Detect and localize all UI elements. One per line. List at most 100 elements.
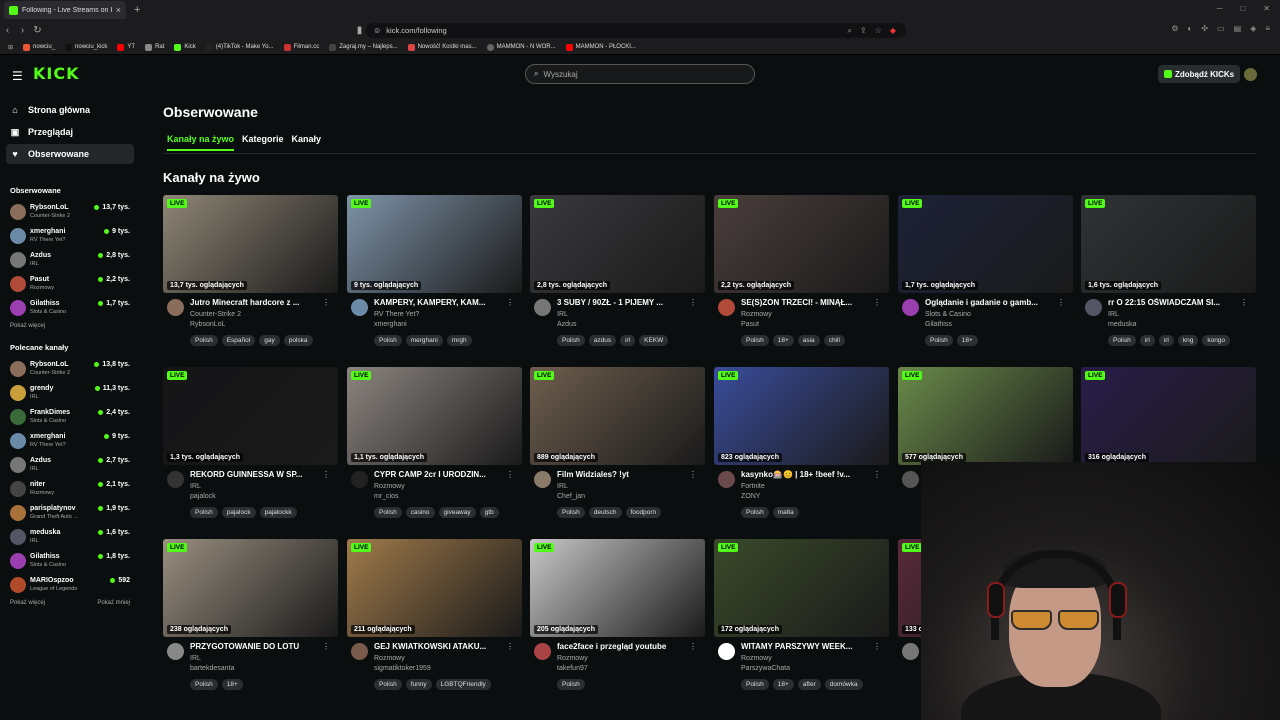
sidebar-channel-item[interactable]: Azdus IRL 2,8 tys. [10, 248, 140, 272]
stream-tag[interactable]: giveaway [438, 507, 476, 518]
stream-card[interactable]: LIVE 13,7 tys. oglądających Jutro Minecraf… [163, 195, 338, 359]
channel-name[interactable]: RybsonLoL [190, 321, 225, 328]
stream-tag[interactable]: 18+ [772, 679, 794, 690]
brave-shield-icon[interactable]: ◆ [890, 26, 896, 36]
user-avatar[interactable] [1244, 68, 1257, 81]
channel-avatar[interactable] [902, 471, 919, 488]
stream-thumbnail[interactable]: LIVE 1,7 tys. oglądających [898, 195, 1073, 293]
stream-tag[interactable]: funny [405, 679, 432, 690]
channel-name[interactable]: bartekdesanta [190, 665, 234, 672]
tab-categories[interactable]: Kategorie [242, 134, 284, 151]
stream-card[interactable]: LIVE 1,3 tys. oglądających REKORD GUINNESS… [163, 367, 338, 531]
stream-title[interactable]: WITAMY PARSZYWY WEEK... [741, 642, 877, 651]
address-bar[interactable]: ⊜ kick.com/following ⌕ ⇪ ☆ ◆ [366, 23, 906, 38]
menu-icon[interactable]: ≡ [1265, 24, 1270, 33]
stream-tag[interactable]: Polish [1108, 335, 1136, 346]
minimize-icon[interactable]: ─ [1217, 4, 1223, 13]
more-options-icon[interactable]: ⋮ [322, 642, 330, 651]
channel-name[interactable]: pajalock [190, 493, 216, 500]
stream-category[interactable]: Rozmowy [741, 311, 772, 318]
stream-tag[interactable]: casino [405, 507, 435, 518]
bookmark-item[interactable]: YT [117, 43, 135, 51]
sidebar-channel-item[interactable]: Gilathiss Slots & Casino 1,7 tys. [10, 296, 140, 320]
more-options-icon[interactable]: ⋮ [873, 298, 881, 307]
share-icon[interactable]: ⇪ [860, 26, 867, 36]
stream-card[interactable]: LIVE 823 oglądających kasynko🎰😊 | 18+ !bee… [714, 367, 889, 531]
stream-thumbnail[interactable]: LIVE 9 tys. oglądających [347, 195, 522, 293]
stream-thumbnail[interactable]: LIVE 1,3 tys. oglądających [163, 367, 338, 465]
stream-title[interactable]: 3 SUBY / 90ZŁ - 1 PIJEMY ... [557, 298, 693, 307]
star-icon[interactable]: ☆ [875, 26, 882, 36]
stream-card[interactable]: LIVE 9 tys. oglądających KAMPERY, KAMPERY,… [347, 195, 522, 359]
channel-name[interactable]: mr_cios [374, 493, 399, 500]
stream-tag[interactable]: Polish [190, 507, 218, 518]
more-options-icon[interactable]: ⋮ [506, 642, 514, 651]
stream-thumbnail[interactable]: LIVE 205 oglądających [530, 539, 705, 637]
channel-name[interactable]: takefun97 [557, 665, 588, 672]
sidebar-channel-item[interactable]: meduska IRL 1,6 tys. [10, 525, 140, 549]
stream-title[interactable]: face2face i przegląd youtube [557, 642, 693, 651]
stream-tag[interactable]: asia [797, 335, 820, 346]
stream-tag[interactable]: Polish [741, 335, 769, 346]
channel-name[interactable]: Azdus [557, 321, 576, 328]
channel-name[interactable]: meduska [1108, 321, 1136, 328]
sidebar-toggle-icon[interactable]: ▭ [1217, 24, 1225, 33]
stream-thumbnail[interactable]: LIVE 172 oglądających [714, 539, 889, 637]
stream-category[interactable]: IRL [190, 483, 201, 490]
bookmark-item[interactable]: MAMMON - PŁOCKI... [565, 43, 636, 51]
stream-title[interactable]: GEJ KWIATKOWSKI ATAKU... [374, 642, 510, 651]
back-icon[interactable]: ‹ [0, 25, 15, 36]
stream-tag[interactable]: 18+ [772, 335, 794, 346]
stream-category[interactable]: IRL [1108, 311, 1119, 318]
stream-category[interactable]: Rozmowy [557, 655, 588, 662]
sidebar-channel-item[interactable]: RybsonLoL Counter-Strike 2 13,8 tys. [10, 357, 140, 381]
channel-avatar[interactable] [351, 643, 368, 660]
stream-tag[interactable]: Español [221, 335, 256, 346]
channel-avatar[interactable] [167, 643, 184, 660]
stream-thumbnail[interactable]: LIVE 2,2 tys. oglądających [714, 195, 889, 293]
sidebar-channel-item[interactable]: Gilathiss Slots & Casino 1,8 tys. [10, 549, 140, 573]
bookmark-item[interactable]: nowciu_ [23, 43, 55, 51]
stream-card[interactable]: LIVE 2,2 tys. oglądających SE(S)ZON TRZECI… [714, 195, 889, 359]
stream-category[interactable]: IRL [557, 483, 568, 490]
more-options-icon[interactable]: ⋮ [689, 642, 697, 651]
stream-tag[interactable]: Polish [374, 507, 402, 518]
channel-avatar[interactable] [902, 643, 919, 660]
stream-tag[interactable]: Polish [374, 679, 402, 690]
channel-avatar[interactable] [534, 471, 551, 488]
channel-name[interactable]: ParszywaChata [741, 665, 790, 672]
stream-title[interactable]: PRZYGOTOWANIE DO LOTU [190, 642, 326, 651]
show-more-link[interactable]: Pokaż więcej [10, 600, 45, 606]
stream-thumbnail[interactable]: LIVE 1,6 tys. oglądających [1081, 195, 1256, 293]
show-less-link[interactable]: Pokaż mniej [97, 600, 130, 606]
channel-avatar[interactable] [167, 471, 184, 488]
channel-avatar[interactable] [718, 299, 735, 316]
sidebar-channel-item[interactable]: niter Rozmowy 2,1 tys. [10, 477, 140, 501]
stream-title[interactable]: Oglądanie i gadanie o gamb... [925, 298, 1061, 307]
maximize-icon[interactable]: □ [1240, 4, 1245, 13]
bookmark-item[interactable]: Zagraj.my – Najleps... [329, 43, 398, 51]
stream-tag[interactable]: kongo [1202, 335, 1231, 346]
sidebar-channel-item[interactable]: xmerghani RV There Yet? 9 tys. [10, 429, 140, 453]
sidebar-channel-item[interactable]: MARIOspzoo League of Legends 592 [10, 573, 140, 597]
stream-tag[interactable]: Polish [925, 335, 953, 346]
puzzle-icon[interactable]: ✣ [1201, 24, 1208, 33]
wallet-icon[interactable]: ▤ [1234, 24, 1242, 33]
channel-name[interactable]: ZONY [741, 493, 760, 500]
more-options-icon[interactable]: ⋮ [506, 470, 514, 479]
stream-thumbnail[interactable]: LIVE 823 oglądających [714, 367, 889, 465]
hamburger-menu-icon[interactable]: ☰ [12, 69, 23, 83]
close-window-icon[interactable]: ✕ [1263, 4, 1270, 13]
stream-tag[interactable]: Polish [557, 679, 585, 690]
stream-tag[interactable]: foodporn [625, 507, 662, 518]
channel-avatar[interactable] [351, 299, 368, 316]
channel-avatar[interactable] [718, 643, 735, 660]
extension-icon[interactable]: ◐ [1188, 24, 1193, 33]
show-more-link[interactable]: Pokaż więcej [10, 320, 140, 332]
stream-thumbnail[interactable]: LIVE 889 oglądających [530, 367, 705, 465]
more-options-icon[interactable]: ⋮ [873, 470, 881, 479]
search-bar[interactable]: ⌕ [525, 64, 755, 84]
channel-avatar[interactable] [1085, 299, 1102, 316]
tab-live-channels[interactable]: Kanały na żywo [167, 134, 235, 151]
stream-tag[interactable]: Polish [374, 335, 402, 346]
